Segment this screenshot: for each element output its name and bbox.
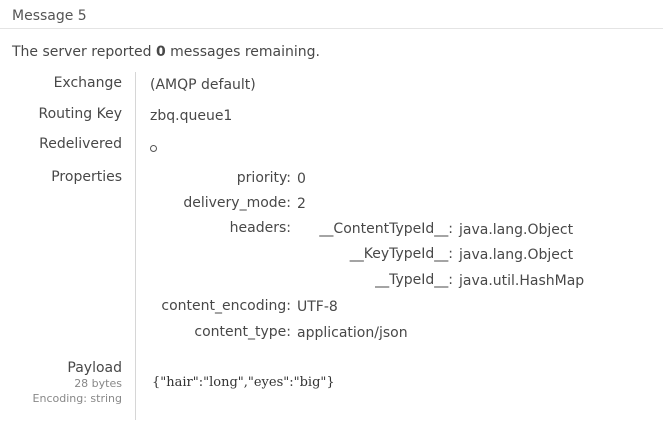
exchange-label: Exchange (53, 75, 122, 91)
summary-prefix: The server reported (12, 44, 156, 60)
exchange-value: (AMQP default) (150, 77, 256, 93)
delivery-mode-value: 2 (297, 196, 306, 212)
header-key: __ContentTypeId__: (319, 221, 453, 237)
content-type-label: content_type: (194, 324, 291, 340)
payload-encoding: Encoding: string (32, 392, 122, 405)
headers-label: headers: (229, 220, 291, 236)
details-divider (135, 72, 136, 420)
routing-key-label: Routing Key (38, 106, 122, 122)
priority-label: priority: (236, 170, 291, 186)
header-value: java.lang.Object (459, 222, 574, 238)
properties-label: Properties (51, 169, 122, 185)
summary-suffix: messages remaining. (165, 44, 320, 60)
content-type-value: application/json (297, 325, 408, 341)
message-title: Message 5 (12, 8, 87, 24)
header-value: java.util.HashMap (459, 273, 585, 289)
header-key: __KeyTypeId__: (349, 246, 453, 262)
content-encoding-label: content_encoding: (161, 298, 291, 314)
payload-size: 28 bytes (74, 377, 122, 390)
delivery-mode-label: delivery_mode: (183, 195, 291, 211)
payload-body[interactable]: {"hair":"long","eyes":"big"} (152, 375, 335, 390)
redelivered-label: Redelivered (39, 136, 122, 152)
summary-text: The server reported 0 messages remaining… (12, 44, 320, 60)
header-key: __TypeId__: (375, 272, 453, 288)
header-value: java.lang.Object (459, 247, 574, 263)
payload-label: Payload (67, 360, 122, 376)
title-divider (0, 28, 663, 29)
routing-key-value: zbq.queue1 (150, 108, 233, 124)
circle-icon (150, 145, 157, 152)
content-encoding-value: UTF-8 (297, 299, 338, 315)
priority-value: 0 (297, 171, 306, 187)
remaining-count: 0 (155, 44, 166, 60)
